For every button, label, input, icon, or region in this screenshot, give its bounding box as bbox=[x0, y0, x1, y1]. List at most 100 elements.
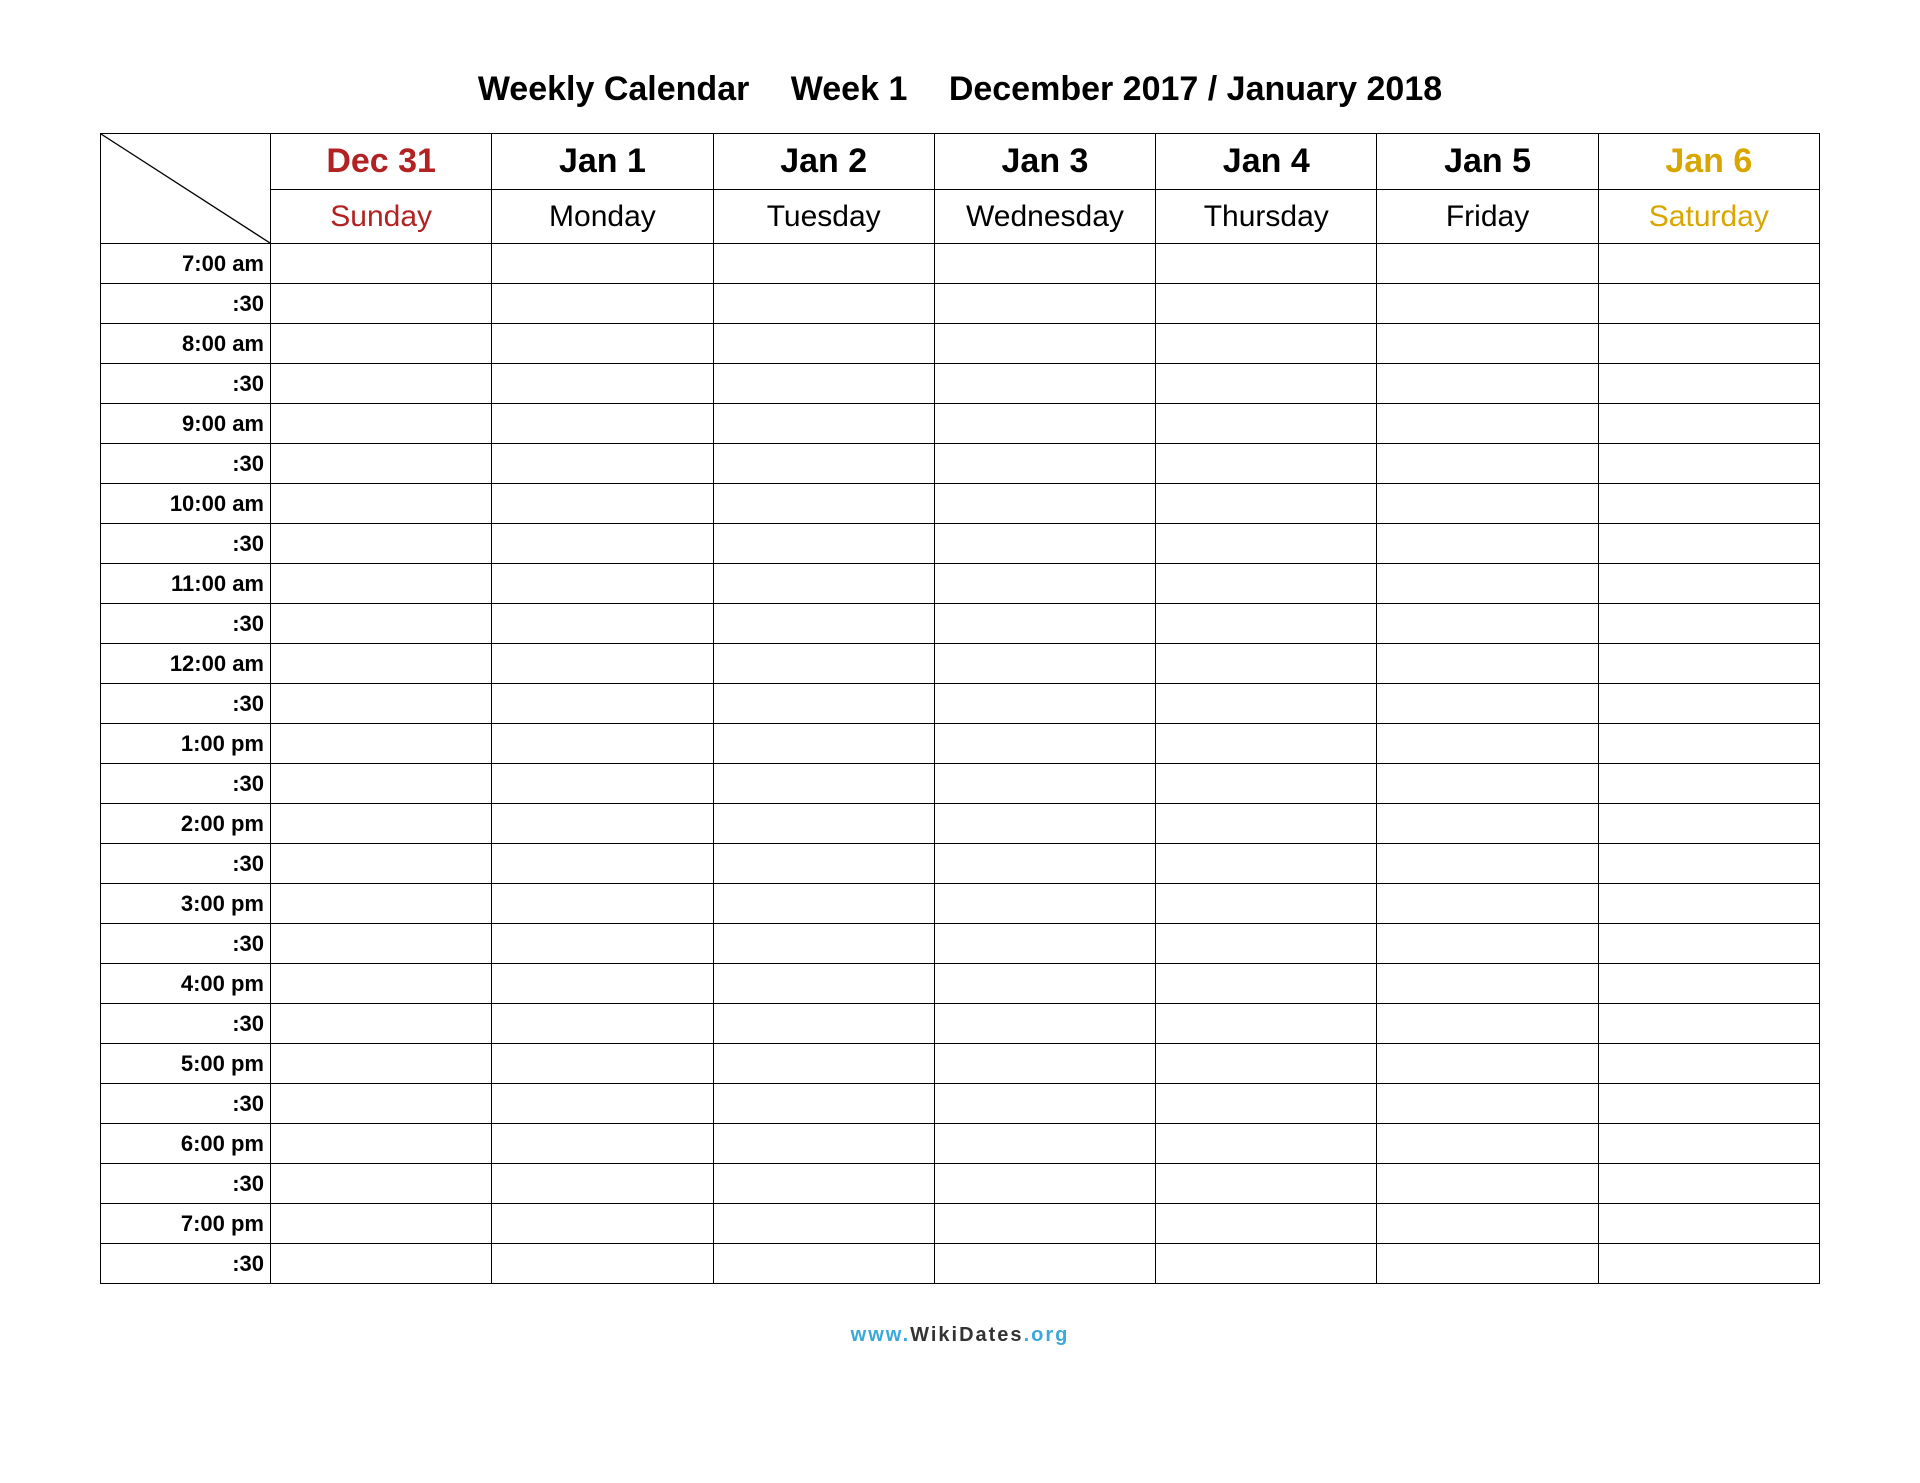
time-slot bbox=[271, 924, 492, 964]
time-slot bbox=[1598, 404, 1819, 444]
time-slot bbox=[492, 844, 713, 884]
time-slot bbox=[1598, 804, 1819, 844]
time-slot bbox=[1377, 484, 1598, 524]
time-slot bbox=[1156, 244, 1377, 284]
time-slot bbox=[1377, 1084, 1598, 1124]
time-slot bbox=[713, 764, 934, 804]
time-slot bbox=[1377, 244, 1598, 284]
time-slot bbox=[492, 1204, 713, 1244]
time-slot bbox=[492, 444, 713, 484]
time-slot bbox=[271, 1044, 492, 1084]
title-calendar: Weekly Calendar bbox=[478, 70, 750, 109]
time-slot bbox=[713, 844, 934, 884]
time-slot bbox=[1377, 924, 1598, 964]
time-slot bbox=[271, 244, 492, 284]
title-week: Week 1 bbox=[791, 70, 908, 109]
time-label: :30 bbox=[101, 924, 271, 964]
time-slot bbox=[1377, 964, 1598, 1004]
time-slot bbox=[492, 364, 713, 404]
time-slot bbox=[271, 524, 492, 564]
time-slot bbox=[1598, 884, 1819, 924]
time-slot bbox=[492, 404, 713, 444]
time-slot bbox=[492, 924, 713, 964]
time-slot bbox=[1377, 1124, 1598, 1164]
day-header-1: Monday bbox=[492, 190, 713, 244]
time-label: 12:00 am bbox=[101, 644, 271, 684]
time-slot bbox=[492, 684, 713, 724]
time-slot bbox=[1598, 564, 1819, 604]
time-slot bbox=[1598, 484, 1819, 524]
time-slot bbox=[713, 484, 934, 524]
time-slot bbox=[271, 844, 492, 884]
time-slot bbox=[1598, 764, 1819, 804]
time-slot bbox=[271, 324, 492, 364]
time-slot bbox=[1598, 1164, 1819, 1204]
time-slot bbox=[1377, 1044, 1598, 1084]
time-slot bbox=[271, 1244, 492, 1284]
time-slot bbox=[1598, 924, 1819, 964]
time-label: 10:00 am bbox=[101, 484, 271, 524]
time-slot bbox=[492, 964, 713, 1004]
time-label: 4:00 pm bbox=[101, 964, 271, 1004]
time-slot bbox=[1598, 284, 1819, 324]
title-period: December 2017 / January 2018 bbox=[949, 70, 1442, 109]
time-slot bbox=[934, 764, 1155, 804]
time-slot bbox=[271, 364, 492, 404]
time-slot bbox=[1377, 764, 1598, 804]
time-slot bbox=[492, 604, 713, 644]
time-slot bbox=[271, 964, 492, 1004]
time-slot bbox=[271, 1164, 492, 1204]
time-label: 2:00 pm bbox=[101, 804, 271, 844]
time-slot bbox=[492, 284, 713, 324]
time-slot bbox=[271, 1084, 492, 1124]
time-label: :30 bbox=[101, 1084, 271, 1124]
time-slot bbox=[271, 1204, 492, 1244]
time-slot bbox=[1377, 284, 1598, 324]
time-slot bbox=[1156, 804, 1377, 844]
time-slot bbox=[713, 524, 934, 564]
time-label: :30 bbox=[101, 844, 271, 884]
time-slot bbox=[934, 444, 1155, 484]
time-slot bbox=[492, 1164, 713, 1204]
time-slot bbox=[713, 1204, 934, 1244]
time-slot bbox=[271, 644, 492, 684]
time-slot bbox=[934, 1164, 1155, 1204]
time-slot bbox=[1598, 364, 1819, 404]
time-slot bbox=[934, 1244, 1155, 1284]
time-slot bbox=[1598, 244, 1819, 284]
time-slot bbox=[934, 1044, 1155, 1084]
time-label: 9:00 am bbox=[101, 404, 271, 444]
footer-suffix: .org bbox=[1024, 1324, 1070, 1346]
time-slot bbox=[934, 1124, 1155, 1164]
time-label: 6:00 pm bbox=[101, 1124, 271, 1164]
time-slot bbox=[492, 324, 713, 364]
time-slot bbox=[271, 764, 492, 804]
time-slot bbox=[713, 1084, 934, 1124]
day-header-6: Saturday bbox=[1598, 190, 1819, 244]
footer-name: WikiDates bbox=[910, 1324, 1023, 1346]
time-label: :30 bbox=[101, 1244, 271, 1284]
time-slot bbox=[713, 1004, 934, 1044]
date-header-0: Dec 31 bbox=[271, 134, 492, 190]
time-label: :30 bbox=[101, 364, 271, 404]
time-slot bbox=[1377, 1004, 1598, 1044]
time-label: :30 bbox=[101, 284, 271, 324]
time-slot bbox=[1156, 1124, 1377, 1164]
time-slot bbox=[1377, 404, 1598, 444]
page-title: Weekly Calendar Week 1 December 2017 / J… bbox=[100, 70, 1820, 109]
time-slot bbox=[492, 1084, 713, 1124]
date-header-1: Jan 1 bbox=[492, 134, 713, 190]
time-slot bbox=[934, 284, 1155, 324]
time-slot bbox=[713, 964, 934, 1004]
time-slot bbox=[713, 724, 934, 764]
time-slot bbox=[1377, 524, 1598, 564]
time-slot bbox=[1598, 604, 1819, 644]
time-slot bbox=[1156, 924, 1377, 964]
weekly-calendar-table: Dec 31Jan 1Jan 2Jan 3Jan 4Jan 5Jan 6Sund… bbox=[100, 133, 1820, 1284]
time-slot bbox=[713, 1124, 934, 1164]
time-slot bbox=[713, 644, 934, 684]
time-slot bbox=[1156, 1204, 1377, 1244]
time-label: :30 bbox=[101, 684, 271, 724]
time-slot bbox=[934, 244, 1155, 284]
time-slot bbox=[1598, 524, 1819, 564]
